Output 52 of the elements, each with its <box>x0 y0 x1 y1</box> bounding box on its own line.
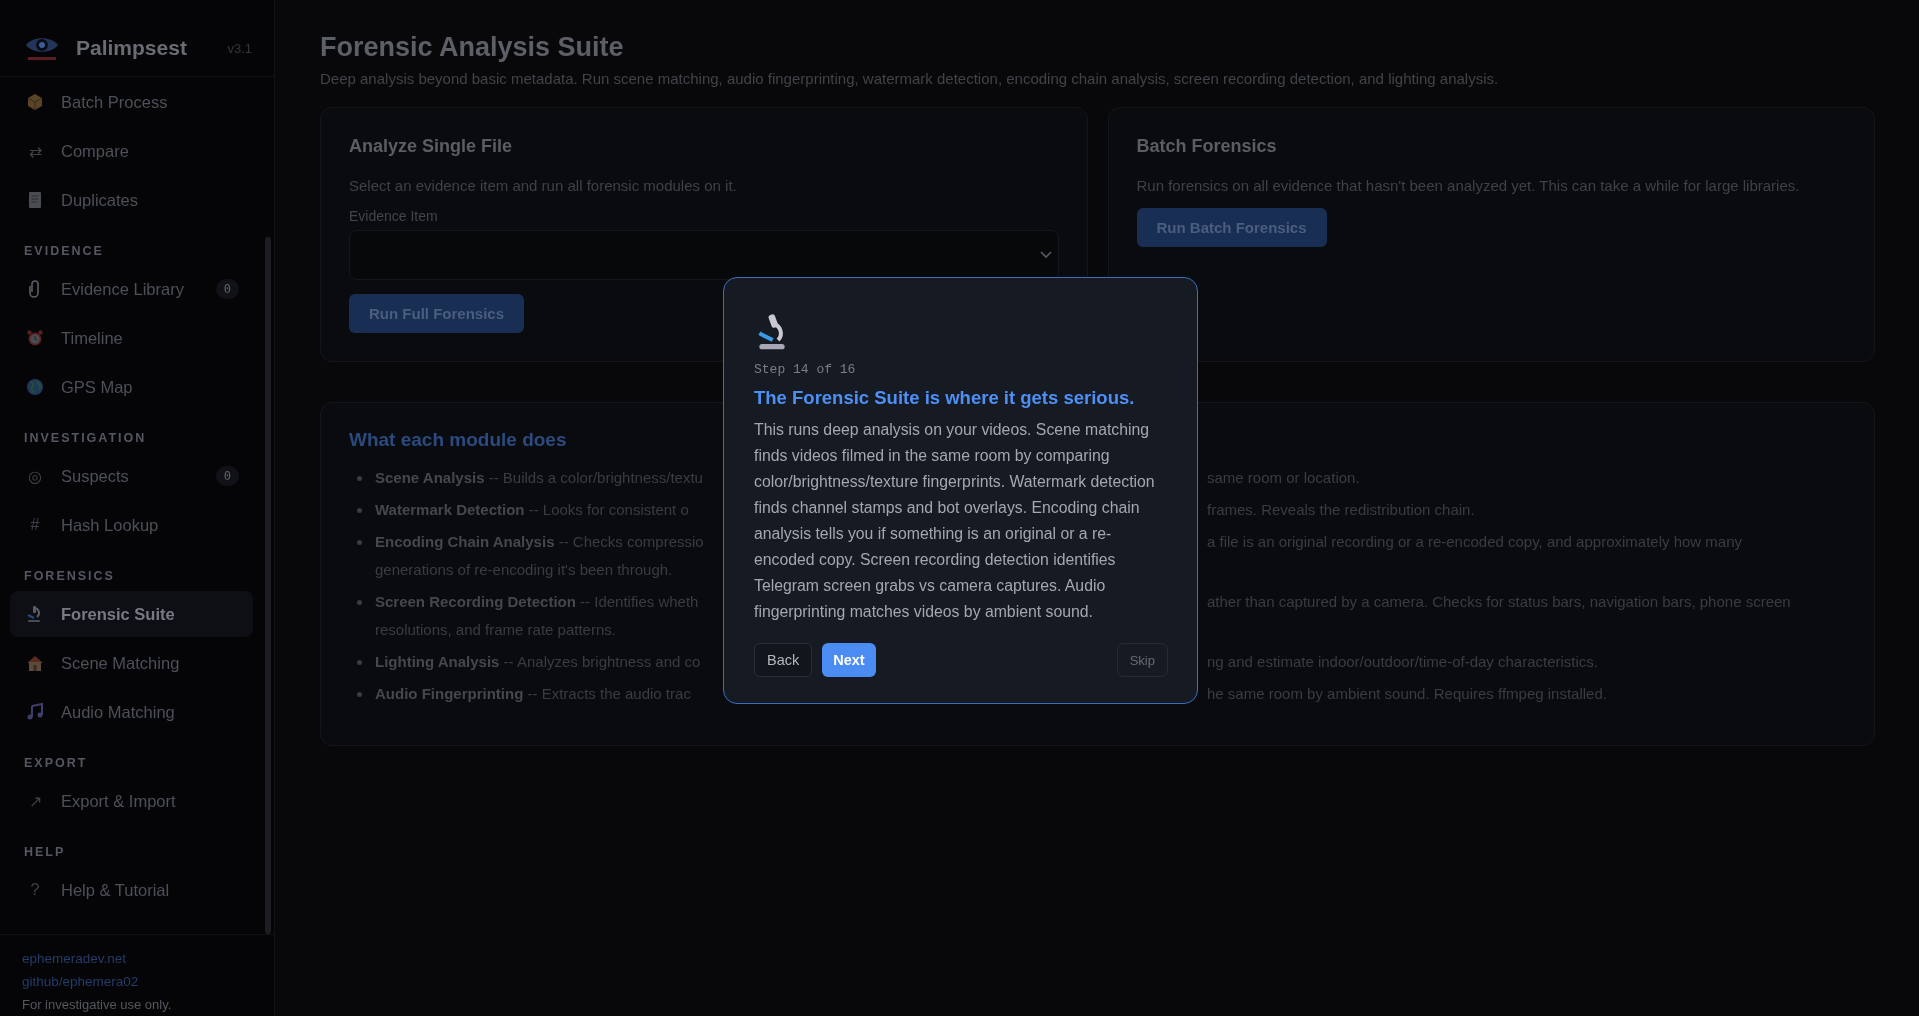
footer-link[interactable]: ephemeradev.net <box>22 951 127 966</box>
music-note-icon <box>25 702 45 722</box>
bullet-icon <box>357 692 362 697</box>
page-title: Forensic Analysis Suite <box>320 32 625 63</box>
sidebar-item[interactable]: ? Help & Tutorial <box>10 867 253 913</box>
bullet-icon <box>357 540 362 545</box>
next-button[interactable]: Next <box>822 643 876 677</box>
sidebar-item[interactable]: Scene Matching <box>10 640 253 686</box>
card-description: Run forensics on all evidence that hasn't been analyzed yet. This can take a while for large libraries. <box>1136 177 1801 194</box>
footer-link[interactable]: github/ephemera02 <box>22 974 139 989</box>
sidebar-item[interactable]: Forensic Suite <box>10 591 253 637</box>
section-heading: EXPORT <box>23 755 89 772</box>
step-counter: Step 14 of 16 <box>754 362 857 377</box>
sidebar-item[interactable]: Audio Matching <box>10 689 253 735</box>
sidebar-item[interactable]: ⇄ Compare <box>10 128 253 174</box>
section-heading: EVIDENCE <box>23 243 105 260</box>
scrollbar[interactable] <box>265 237 271 934</box>
count-badge: 0 <box>215 466 239 486</box>
app-title: Palimpsest <box>76 36 188 60</box>
sidebar-item[interactable]: # Hash Lookup <box>10 502 253 548</box>
section-title: What each module does <box>349 429 567 451</box>
dialog-title: The Forensic Suite is where it gets serious. <box>754 387 1136 409</box>
bullet-icon <box>357 508 362 513</box>
sidebar-item[interactable]: Batch Process <box>10 79 253 125</box>
bullet-icon <box>357 660 362 665</box>
sidebar-item[interactable]: Duplicates <box>10 177 253 223</box>
dialog-text: This runs deep analysis on your videos. Scene matching finds videos filmed in the same room by comparing color/brightness/texture fingerprints. Watermark detection finds channel stamps and bot overlays. Encoding chain analysis tells you if something is an original or a re-encoded copy. Screen recording detection identifies Telegram screen grabs vs camera captures. Audio fingerprinting matches videos by ambient sound. <box>754 420 1156 622</box>
sidebar-item[interactable]: ↗ Export & Import <box>10 778 253 824</box>
alarm-clock-icon <box>25 328 45 348</box>
globe-icon <box>25 377 45 397</box>
card-title: Batch Forensics <box>1136 136 1278 157</box>
section-heading: INVESTIGATION <box>23 430 148 447</box>
sidebar-item[interactable]: Evidence Library 0 <box>10 266 253 312</box>
sidebar-item[interactable]: Timeline <box>10 315 253 361</box>
sidebar-item[interactable]: GPS Map <box>10 364 253 410</box>
house-icon <box>25 653 45 673</box>
footer-note: For investigative use only. <box>22 997 173 1012</box>
section-heading: HELP <box>23 844 67 861</box>
field-label: Evidence Item <box>349 208 439 224</box>
section-heading: FORENSICS <box>23 568 116 585</box>
box-icon <box>25 92 45 112</box>
skip-button[interactable]: Skip <box>1116 643 1168 677</box>
card-title: Analyze Single File <box>349 136 514 157</box>
chevron-down-icon <box>1039 251 1052 259</box>
card-description: Select an evidence item and run all forensic modules on it. <box>349 177 738 194</box>
bullet-icon <box>357 476 362 481</box>
sidebar-item[interactable]: ◎ Suspects 0 <box>10 453 253 499</box>
back-button[interactable]: Back <box>754 643 813 677</box>
page-subtitle: Deep analysis beyond basic metadata. Run scene matching, audio fingerprinting, watermark detection, encoding chain analysis, screen recording detection, and lighting analysis. <box>320 70 1500 87</box>
select-field[interactable] <box>349 230 1059 280</box>
bullet-icon <box>357 600 362 605</box>
count-badge: 0 <box>215 279 239 299</box>
